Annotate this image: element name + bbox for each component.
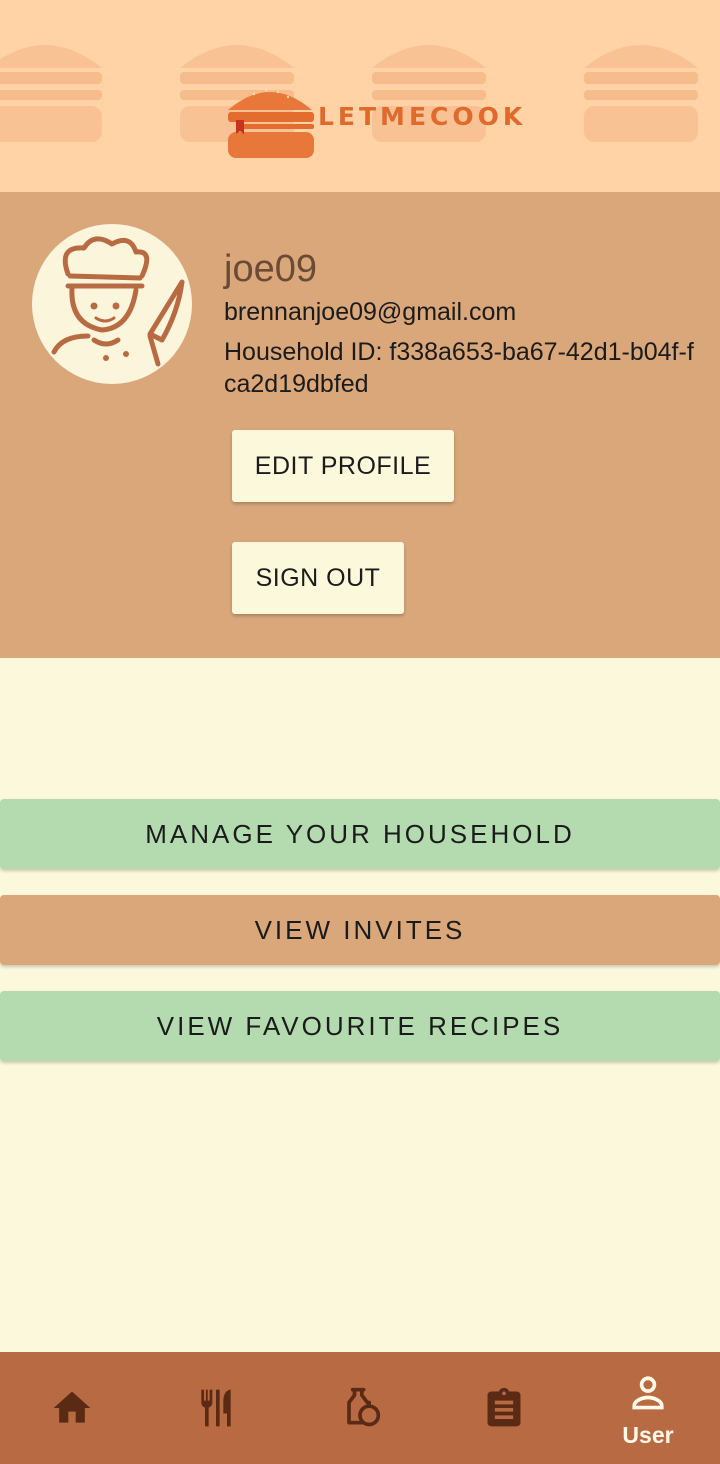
logo-wordmark: LETMECOOK: [318, 102, 527, 131]
home-icon: [53, 1391, 91, 1423]
manage-household-button[interactable]: MANAGE YOUR HOUSEHOLD: [0, 799, 720, 869]
view-invites-button[interactable]: VIEW INVITES: [0, 895, 720, 965]
edit-profile-button[interactable]: EDIT PROFILE: [232, 430, 454, 502]
burger-pattern-icon: [0, 45, 102, 142]
user-icon: [632, 1376, 664, 1410]
clipboard-icon: [487, 1387, 521, 1427]
nav-home[interactable]: [0, 1352, 144, 1464]
bottom-navigation: User: [0, 1352, 720, 1464]
nav-pantry[interactable]: [288, 1352, 432, 1464]
chef-avatar-icon: [51, 236, 185, 367]
avatar: [32, 224, 192, 384]
burger-pattern-icon: [584, 45, 698, 142]
household-id: Household ID: f338a653-ba67-42d1-b04f-fc…: [224, 338, 694, 398]
pantry-icon: [347, 1387, 381, 1427]
nav-recipes[interactable]: [144, 1352, 288, 1464]
app-header: LETMECOOK: [0, 0, 720, 192]
utensils-icon: [201, 1389, 231, 1427]
nav-user[interactable]: User: [576, 1352, 720, 1464]
nav-shopping-list[interactable]: [432, 1352, 576, 1464]
username: joe09: [224, 248, 317, 290]
burger-book-icon: [228, 88, 314, 158]
view-favourite-recipes-button[interactable]: VIEW FAVOURITE RECIPES: [0, 991, 720, 1061]
nav-user-label: User: [622, 1422, 674, 1448]
app-logo: LETMECOOK: [222, 80, 522, 160]
sign-out-button[interactable]: SIGN OUT: [232, 542, 404, 614]
user-email: brennanjoe09@gmail.com: [224, 298, 517, 326]
profile-section: joe09 brennanjoe09@gmail.com Household I…: [0, 192, 720, 658]
